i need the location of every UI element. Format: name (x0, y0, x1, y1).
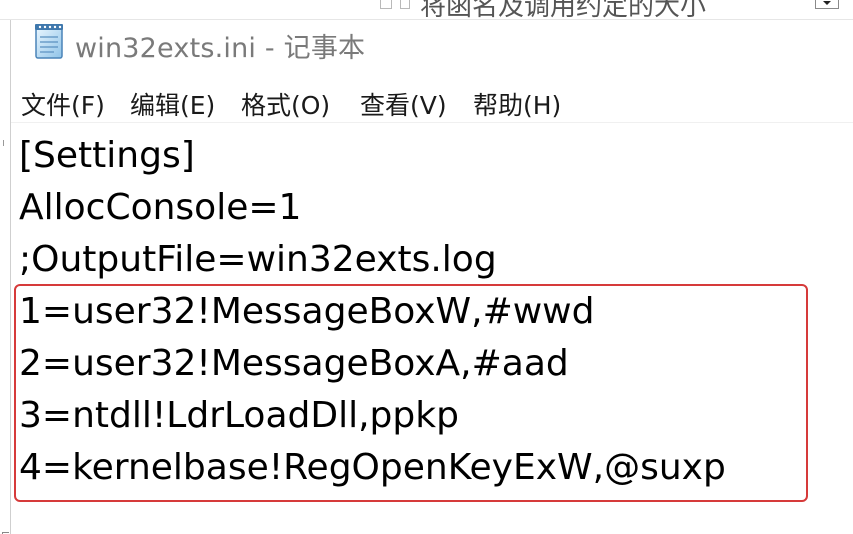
menu-format[interactable]: 格式(O) (241, 86, 330, 122)
notepad-icon (35, 24, 63, 59)
menu-file[interactable]: 文件(F) (21, 86, 105, 122)
menu-view[interactable]: 查看(V) (360, 86, 447, 122)
text-line: [Settings] (19, 135, 195, 176)
notepad-window: win32exts.ini - 记事本 文件(F) 编辑(E) 格式(O) 查看… (11, 20, 853, 534)
background-control (380, 0, 392, 9)
text-line: ;OutputFile=win32exts.log (19, 239, 497, 280)
title-bar[interactable]: win32exts.ini - 记事本 (11, 20, 853, 72)
background-window: 将函名及调用约定的大小 (0, 0, 853, 22)
background-window-edge (0, 20, 11, 534)
highlight-box (14, 284, 808, 502)
chevron-down-icon[interactable] (815, 0, 839, 9)
background-control (400, 0, 410, 9)
text-editor[interactable]: [Settings] AllocConsole=1 ;OutputFile=wi… (11, 128, 853, 534)
menu-help[interactable]: 帮助(H) (473, 86, 561, 122)
menu-bar: 文件(F) 编辑(E) 格式(O) 查看(V) 帮助(H) (11, 82, 853, 123)
screen: 将函名及调用约定的大小 win32exts.ini - 记事本 文件(F) 编辑… (0, 0, 853, 534)
menu-edit[interactable]: 编辑(E) (130, 86, 215, 122)
text-line: AllocConsole=1 (19, 187, 302, 228)
window-title: win32exts.ini - 记事本 (75, 33, 366, 64)
